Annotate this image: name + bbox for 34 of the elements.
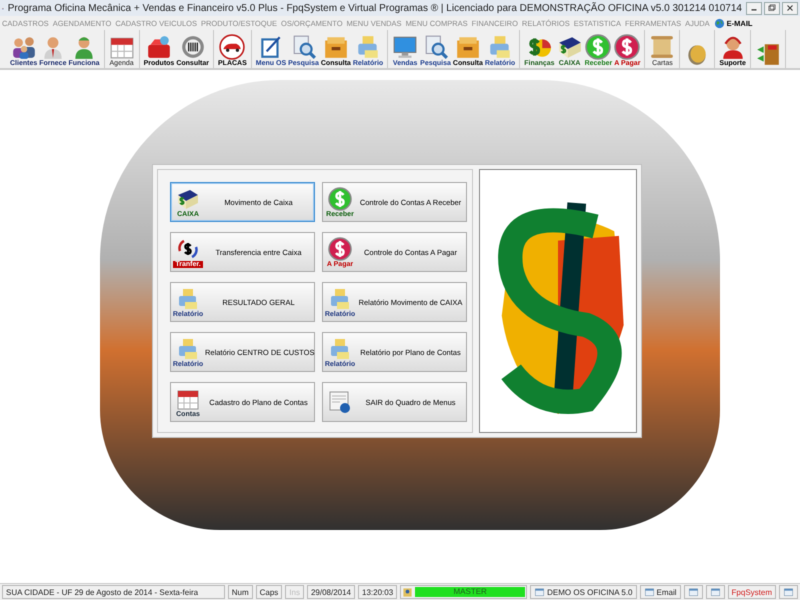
minimize-button[interactable] <box>746 2 762 14</box>
status-text: Email <box>656 588 677 596</box>
dollar-coin-icon <box>585 34 612 60</box>
dollar-coin-icon <box>614 34 640 60</box>
window-icon <box>534 586 546 598</box>
dollar-coin-icon <box>327 186 353 210</box>
close-icon <box>785 3 795 13</box>
status-field: FpqSystem <box>728 585 776 599</box>
status-user-text: MASTER <box>415 587 526 597</box>
car-icon <box>219 34 246 60</box>
window-icon <box>688 586 699 598</box>
document-icon <box>327 390 353 414</box>
barcode-icon <box>180 34 206 60</box>
window-icon <box>783 586 794 598</box>
window-title: Programa Oficina Mecânica + Vendas e Financeiro v5.0 Plus - FpqSystem e Virtual Programas ® | Licenciado para DEMONSTRAÇÃO OFICINA v5.0 301214 010714 <box>8 2 742 14</box>
status-text: DEMO OS OFICINA 5.0 <box>547 588 633 596</box>
restore-icon <box>767 3 777 13</box>
toolbox-icon <box>146 34 172 60</box>
scroll-icon <box>649 34 676 60</box>
search-icon <box>290 34 316 60</box>
status-field: Caps <box>256 585 282 599</box>
status-field: Num <box>228 585 253 599</box>
status-field: 13:20:03 <box>358 585 398 599</box>
globe-icon <box>714 18 725 28</box>
window-icon <box>710 586 721 598</box>
close-button[interactable] <box>782 2 798 14</box>
dollar-coin-icon <box>327 236 353 260</box>
window-icon <box>644 586 655 598</box>
maximize-button[interactable] <box>764 2 780 14</box>
status-field: SUA CIDADE - UF 29 de Agosto de 2014 - Sexta-feira <box>2 585 225 599</box>
monitor-icon <box>392 34 418 60</box>
status-field: 29/08/2014 <box>306 585 356 599</box>
user-icon <box>402 586 414 598</box>
search-icon <box>422 34 449 60</box>
